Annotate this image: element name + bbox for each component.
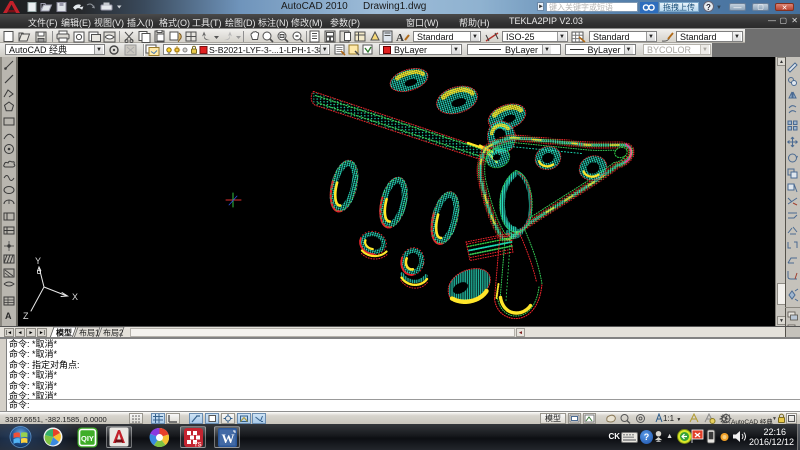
svg-text:布局1: 布局1 (79, 328, 100, 338)
svg-text:布局2: 布局2 (103, 328, 124, 338)
svg-text:W: W (221, 431, 234, 446)
svg-text:X: X (72, 292, 78, 302)
svg-text:QIY: QIY (81, 434, 94, 443)
svg-text:TS: TS (194, 442, 202, 448)
svg-text:模型: 模型 (56, 328, 72, 338)
svg-text:A: A (396, 32, 404, 43)
svg-text:Y: Y (35, 256, 41, 266)
svg-text:Z: Z (23, 311, 29, 321)
svg-text:A: A (5, 311, 12, 321)
